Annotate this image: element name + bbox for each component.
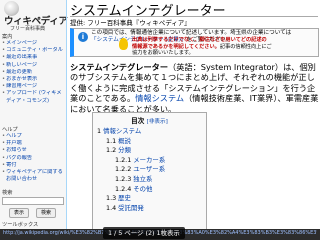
toc-item-label: 情報システム <box>103 127 142 135</box>
toc-toggle[interactable]: [非表示] <box>147 119 168 125</box>
wikipedia-logo[interactable]: ウィキペディア フリー百科事典 <box>0 0 68 32</box>
toc-item[interactable]: 1.2.2 ユーザー系 <box>97 165 165 175</box>
help-list: ヘルプ 井戸端 お知らせ バグの報告 寄付 ウィキペディアに関するお問い合わせ <box>2 133 65 183</box>
article-content: システムインテグレーター 提供: フリー百科事典『ウィキペディア』 i この項目… <box>67 0 320 240</box>
nav-item-current-events[interactable]: 最近の出来事 <box>2 54 65 61</box>
toc-item[interactable]: 1.2 分類 <box>97 146 165 156</box>
nav-item-community-portal[interactable]: コミュニティ・ポータル <box>2 47 65 54</box>
lead-paragraph: システムインテグレーター（英語：System Integrator）は、個別のサ… <box>70 62 319 114</box>
toc-item[interactable]: 1.1 概説 <box>97 137 165 147</box>
logo-subtitle: フリー百科事典 <box>10 26 46 32</box>
help-item-donate[interactable]: 寄付 <box>2 162 65 169</box>
toc-item[interactable]: 1.2.3 独立系 <box>97 175 165 185</box>
search-button[interactable]: 検索 <box>36 208 56 218</box>
nav-item-upload[interactable]: アップロード (ウィキメディア・コモンズ) <box>2 90 65 104</box>
toc-item-number: 1.3 <box>106 194 117 203</box>
search-heading: 検索 <box>2 190 13 196</box>
citation-text: 記事の信頼性向上にご <box>219 43 272 50</box>
toc-item-label: その他 <box>133 184 153 193</box>
toc-item-number: 1.2.1 <box>115 155 132 164</box>
help-item-contact[interactable]: ウィキペディアに関するお問い合わせ <box>2 169 65 183</box>
help-item-village-pump[interactable]: 井戸端 <box>2 140 65 147</box>
toc-item-label: 受託開発 <box>118 203 144 212</box>
toc-item[interactable]: 1.3 歴史 <box>97 194 165 204</box>
nav-item-sandbox[interactable]: 練習用ページ <box>2 83 65 90</box>
toc-item-number: 1 <box>97 127 102 135</box>
help-heading: ヘルプ <box>2 127 18 133</box>
nav-item-main-page[interactable]: メインページ <box>2 40 65 47</box>
help-item-announcements[interactable]: お知らせ <box>2 147 65 154</box>
lead-term: システムインテグレーター <box>70 62 169 72</box>
toc-item-label: 分類 <box>118 146 131 155</box>
citation-warning: 出典は列挙するだけでなく、 <box>132 37 200 43</box>
table-of-contents: 目次 [非表示] 1 情報システム 1.1 概説 1.2 分類 1.2.1 メーカー系 1.2.… <box>92 112 207 236</box>
tagline: 提供: フリー百科事典『ウィキペディア』 <box>70 19 191 27</box>
nav-list: メインページ コミュニティ・ポータル 最近の出来事 新しいページ 最近の更新 お… <box>2 40 65 105</box>
nav-heading: 案内 <box>2 34 13 40</box>
toc-item-label: 概説 <box>118 136 131 145</box>
toc-title: 目次 <box>131 117 145 125</box>
toc-item-label: ユーザー系 <box>133 165 166 174</box>
toc-item-number: 1.4 <box>106 203 117 212</box>
help-item-help[interactable]: ヘルプ <box>2 133 65 140</box>
info-icon: i <box>78 32 88 42</box>
nav-item-recent-changes[interactable]: 最近の更新 <box>2 69 65 76</box>
toc-item-label: 歴史 <box>118 194 131 203</box>
citation-text-2: 協力をお願いいたします。 <box>132 50 194 56</box>
citation-warning-link[interactable]: 脚注などを用いてどの記述の <box>199 37 266 43</box>
toc-item-number: 1.2.4 <box>115 184 132 193</box>
toc-item[interactable]: 1.2.1 メーカー系 <box>97 156 165 166</box>
show-button[interactable]: 表示 <box>9 208 29 218</box>
toc-item-number: 1.2 <box>106 146 117 155</box>
help-item-bug-report[interactable]: バグの報告 <box>2 155 65 162</box>
toc-item[interactable]: 1.2.4 その他 <box>97 185 165 195</box>
toc-item[interactable]: 1 情報システム <box>97 127 165 137</box>
toc-list: 1 情報システム 1.1 概説 1.2 分類 1.2.1 メーカー系 1.2.2 ユーザー系 1.2… <box>97 127 165 213</box>
nav-item-random[interactable]: おまかせ表示 <box>2 76 65 83</box>
toc-item-number: 1.2.3 <box>115 174 132 183</box>
toolbox-heading: ツールボックス <box>2 222 39 228</box>
lead-link-information-system[interactable]: 情報システム <box>135 93 184 103</box>
toc-item-number: 1.2.2 <box>115 165 132 174</box>
citation-notice: 出典は列挙するだけでなく、脚注などを用いてどの記述の 情報源であるかを明記してく… <box>119 37 292 59</box>
page-indicator: 1 / 5 ページ (2) 1枚表示 <box>103 227 185 239</box>
citation-warning-2: 情報源であるかを明記してください。 <box>132 43 220 50</box>
sidebar: ウィキペディア フリー百科事典 案内 メインページ コミュニティ・ポータル 最近… <box>0 0 68 240</box>
toc-item-number: 1.1 <box>106 136 117 145</box>
toc-item[interactable]: 1.4 受託開発 <box>97 204 165 214</box>
toc-item-label: 独立系 <box>133 174 153 183</box>
lightbulb-icon <box>119 38 128 50</box>
search-input[interactable] <box>2 197 64 205</box>
nav-item-new-pages[interactable]: 新しいページ <box>2 62 65 69</box>
notice-text: この項目では、情報通信企業について記述しています。埼玉県の企業については <box>91 30 292 36</box>
toc-item-label: メーカー系 <box>133 155 166 164</box>
